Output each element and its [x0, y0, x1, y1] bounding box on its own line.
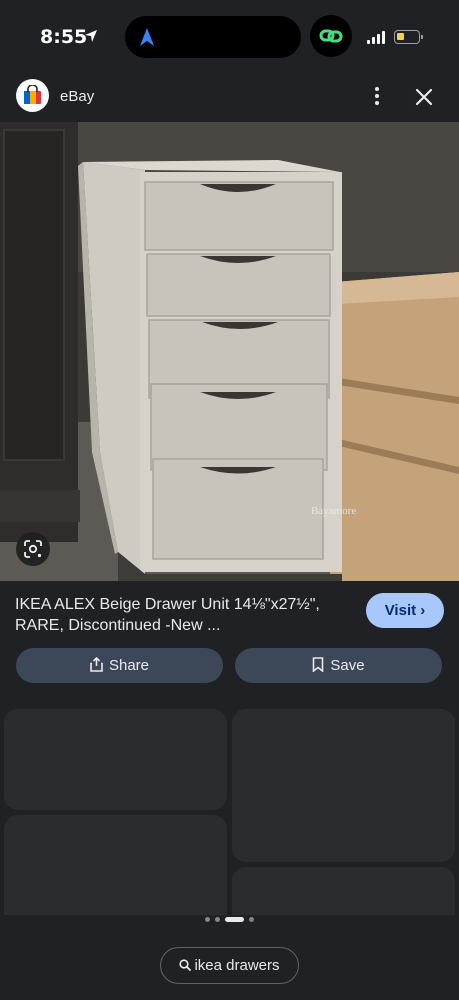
- more-options-icon[interactable]: [366, 85, 388, 107]
- search-query: ikea drawers: [194, 957, 280, 974]
- page-dot: [215, 917, 220, 922]
- action-buttons: Share Save: [16, 648, 442, 683]
- product-title[interactable]: IKEA ALEX Beige Drawer Unit 14⅛"x27½", R…: [15, 594, 345, 636]
- navigation-icon: [140, 28, 154, 46]
- search-icon: [179, 959, 192, 971]
- related-result-card[interactable]: [232, 867, 455, 915]
- signal-icon: [367, 31, 385, 44]
- status-time: 8:55: [40, 26, 88, 48]
- page-dot-active: [225, 917, 244, 922]
- lens-icon: [24, 540, 42, 558]
- share-label: Share: [108, 657, 150, 674]
- source-name[interactable]: eBay: [60, 88, 94, 105]
- drawer-unit-photo: [0, 122, 459, 581]
- product-title-line1: IKEA ALEX Beige Drawer Unit 14⅛"x27½",: [15, 596, 320, 613]
- chain-link-icon: [319, 29, 343, 43]
- share-button[interactable]: Share: [16, 648, 223, 683]
- save-button[interactable]: Save: [235, 648, 442, 683]
- lens-search-button[interactable]: [16, 532, 50, 566]
- search-query-chip[interactable]: ikea drawers: [160, 947, 299, 984]
- visit-button[interactable]: Visit ›: [366, 593, 444, 628]
- location-arrow-icon: [85, 30, 97, 42]
- product-title-line2: RARE, Discontinued -New ...: [15, 617, 221, 634]
- page-dot: [205, 917, 210, 922]
- product-image[interactable]: Bayamore: [0, 122, 459, 581]
- image-watermark: Bayamore: [311, 505, 357, 517]
- save-label: Save: [330, 657, 365, 674]
- linked-app-icon[interactable]: [310, 15, 352, 57]
- ebay-logo-icon[interactable]: [16, 79, 49, 112]
- battery-icon: [394, 30, 423, 44]
- close-icon[interactable]: [412, 85, 436, 109]
- source-header: eBay: [0, 76, 459, 121]
- dynamic-island[interactable]: [125, 16, 301, 58]
- related-result-card[interactable]: [232, 709, 455, 862]
- status-bar: 8:55: [0, 0, 459, 76]
- page-dot: [249, 917, 254, 922]
- related-result-card[interactable]: [4, 709, 227, 810]
- share-icon: [90, 656, 103, 672]
- related-result-card[interactable]: [4, 815, 227, 915]
- bookmark-icon: [313, 657, 324, 673]
